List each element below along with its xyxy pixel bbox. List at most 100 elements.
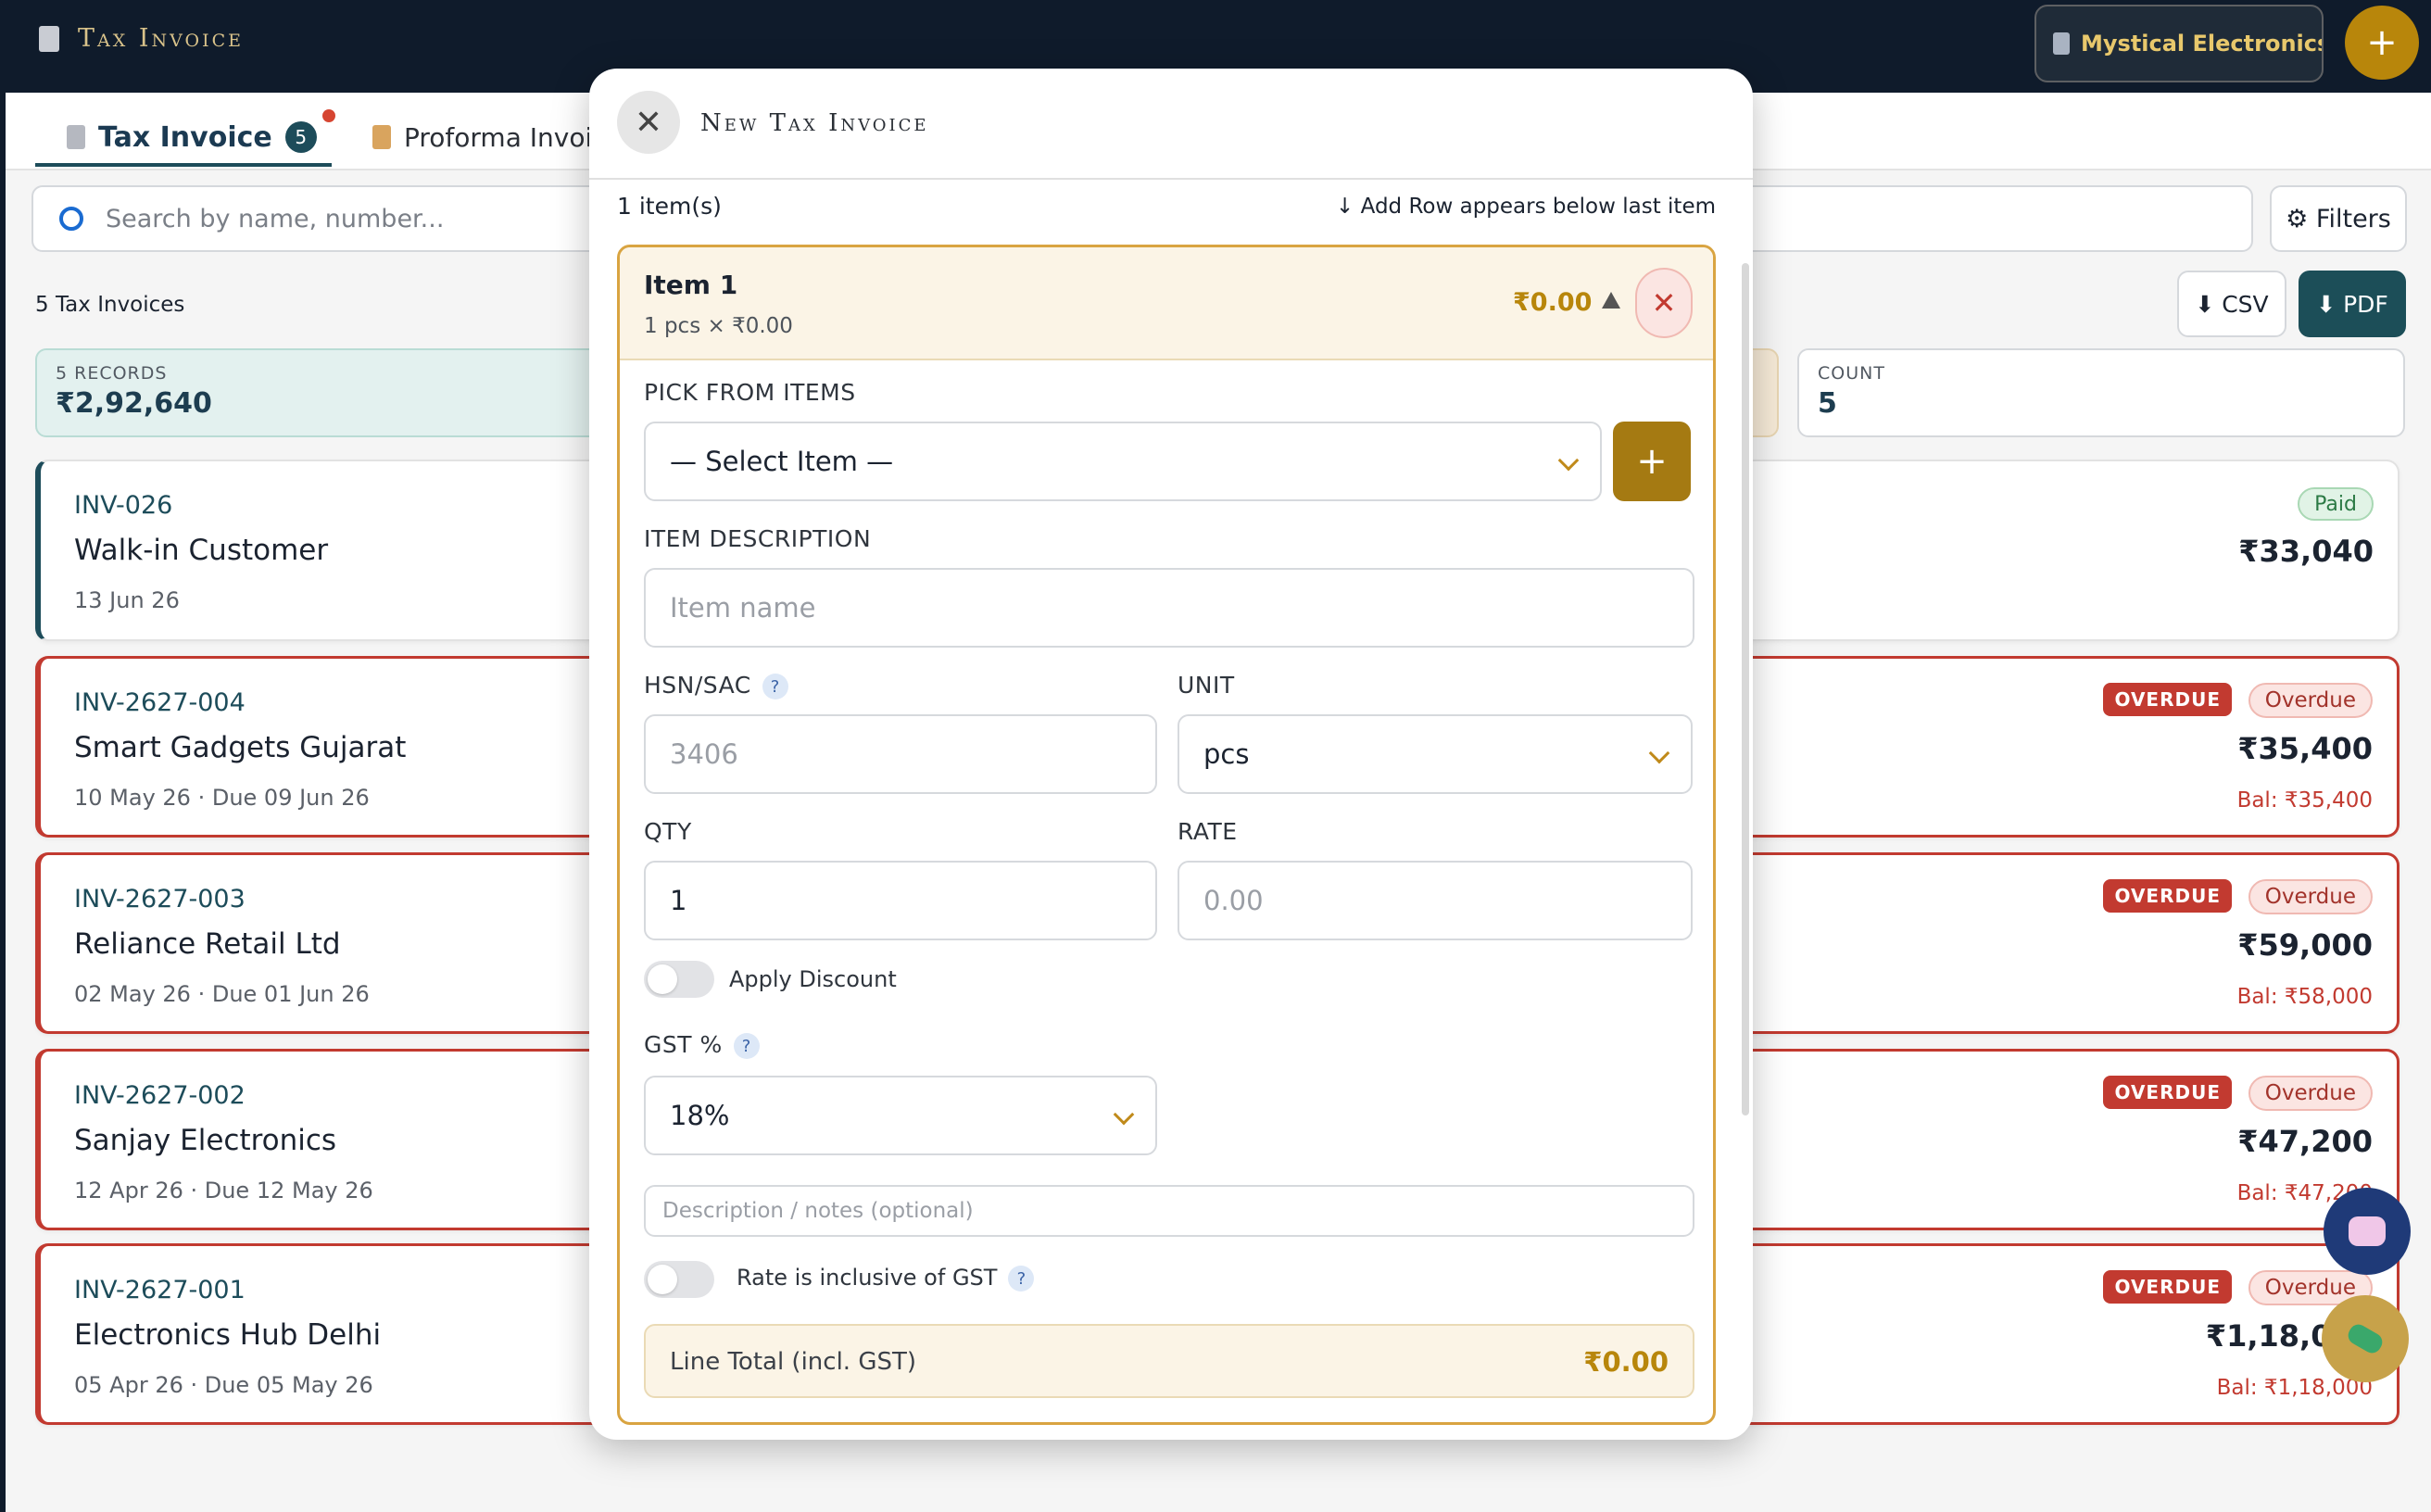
invoice-date: 05 Apr 26 · Due 05 May 26 [74,1372,373,1398]
invoice-balance: Bal: ₹35,400 [2236,788,2373,813]
overdue-tag: OVERDUE [2103,879,2232,913]
invoice-date: 13 Jun 26 [74,587,180,613]
item-select[interactable]: — Select Item — [644,422,1602,501]
export-csv-button[interactable]: ⬇ CSV [2177,271,2286,337]
toggle-knob [648,1265,677,1294]
line-item-title: Item 1 [644,270,738,300]
modal-header: ✕ New Tax Invoice [589,69,1753,180]
gst-rate-select[interactable]: 18% [644,1076,1157,1155]
line-item-header[interactable]: Item 1 1 pcs × ₹0.00 ₹0.00 ✕ [620,247,1713,360]
rate-inclusive-toggle[interactable] [644,1261,714,1298]
tab-count-badge: 5 [284,121,317,153]
chevron-down-icon [1557,449,1580,472]
summary-label: 5 RECORDS [56,363,168,384]
company-name: Mystical Electronics Tra [2081,31,2324,57]
item-description-placeholder: Item name [670,592,816,624]
modal-title: New Tax Invoice [700,109,929,137]
item-select-value: — Select Item — [670,446,894,477]
tab-proforma-invoice[interactable]: Proforma Invoice [372,109,623,165]
invoice-number: INV-2627-003 [74,885,246,914]
item-description-label: ITEM DESCRIPTION [644,525,872,552]
invoice-amount: ₹33,040 [2238,534,2374,569]
search-placeholder: Search by name, number... [106,204,445,233]
chevron-down-icon [1648,742,1670,764]
invoice-number: INV-2627-001 [74,1276,246,1304]
unit-select[interactable]: pcs [1178,714,1693,794]
invoice-number: INV-2627-004 [74,688,246,717]
unit-label: UNIT [1178,672,1235,699]
bug-icon [2345,1320,2386,1357]
overdue-tag: OVERDUE [2103,683,2232,716]
invoice-date: 12 Apr 26 · Due 12 May 26 [74,1178,373,1203]
rate-input[interactable]: 0.00 [1178,861,1693,940]
invoice-date: 10 May 26 · Due 09 Jun 26 [74,785,370,811]
status-badge: Overdue [2248,683,2373,718]
hsn-input[interactable]: 3406 [644,714,1157,794]
rate-inclusive-label: Rate is inclusive of GST? [737,1265,1035,1292]
hsn-label: HSN/SAC? [644,672,788,699]
document-icon [39,25,59,52]
status-badge: Paid [2298,487,2374,521]
notification-dot [322,109,335,122]
invoice-customer: Walk-in Customer [74,534,329,567]
export-pdf-button[interactable]: ⬇ PDF [2299,271,2406,337]
summary-value: ₹2,92,640 [56,387,212,420]
apply-discount-toggle[interactable] [644,961,714,998]
invoice-customer: Sanjay Electronics [74,1124,337,1157]
line-total-label: Line Total (incl. GST) [670,1348,917,1376]
invoice-date: 02 May 26 · Due 01 Jun 26 [74,981,370,1007]
line-item-summary: 1 pcs × ₹0.00 [644,314,793,338]
report-bug-button[interactable] [2322,1295,2409,1382]
qty-value: 1 [670,885,687,916]
line-item-card: Item 1 1 pcs × ₹0.00 ₹0.00 ✕ PICK FROM I… [617,245,1716,1425]
left-edge [0,93,6,1512]
item-notes-placeholder: Description / notes (optional) [662,1199,974,1223]
modal-scrollbar[interactable] [1742,263,1749,1115]
gst-label: GST %? [644,1031,760,1059]
summary-records-card: 5 RECORDS ₹2,92,640 [35,348,628,437]
close-button[interactable]: ✕ [617,91,680,154]
line-item-total: ₹0.00 [1513,288,1593,317]
item-notes-input[interactable]: Description / notes (optional) [644,1185,1694,1237]
collapse-icon[interactable] [1602,292,1620,309]
qty-label: QTY [644,818,692,845]
overdue-tag: OVERDUE [2103,1076,2232,1109]
invoice-amount: ₹35,400 [2237,731,2373,766]
unit-value: pcs [1203,738,1250,770]
invoice-number: INV-026 [74,491,173,520]
invoice-amount: ₹47,200 [2237,1124,2373,1159]
item-description-input[interactable]: Item name [644,568,1694,648]
header-add-button[interactable]: + [2345,6,2419,80]
remove-item-button[interactable]: ✕ [1635,268,1693,338]
summary-label: COUNT [1818,363,1885,384]
apply-discount-label: Apply Discount [729,966,897,992]
invoice-customer: Reliance Retail Ltd [74,927,341,961]
qty-input[interactable]: 1 [644,861,1157,940]
assistant-bot-button[interactable] [2324,1188,2411,1275]
summary-value: 5 [1818,387,1837,420]
hsn-placeholder: 3406 [670,738,738,770]
new-invoice-modal: ✕ New Tax Invoice 1 item(s) ↓ Add Row ap… [589,69,1753,1440]
hsn-label-text: HSN/SAC [644,672,751,699]
brand: Tax Invoice [39,24,244,53]
receipt-icon [372,125,391,149]
status-badge: Overdue [2248,1076,2373,1111]
gst-label-text: GST % [644,1031,723,1058]
tab-tax-invoice[interactable]: Tax Invoice 5 [67,109,335,165]
search-icon [59,207,83,231]
invoice-number: INV-2627-002 [74,1081,246,1110]
document-icon [67,125,85,149]
company-switcher-button[interactable]: Mystical Electronics Tra [2034,5,2324,82]
invoice-balance: Bal: ₹58,000 [2236,985,2373,1009]
rate-placeholder: 0.00 [1203,885,1264,916]
add-new-item-button[interactable]: + [1613,422,1691,501]
help-icon[interactable]: ? [733,1033,760,1059]
summary-count-card: COUNT 5 [1797,348,2405,437]
filters-button[interactable]: ⚙ Filters [2270,185,2407,252]
help-icon[interactable]: ? [762,674,788,699]
pick-items-label: PICK FROM ITEMS [644,379,856,406]
help-icon[interactable]: ? [1008,1266,1035,1292]
invoice-customer: Smart Gadgets Gujarat [74,731,407,764]
status-badge: Overdue [2248,879,2373,914]
tab-label: Tax Invoice [98,120,272,154]
